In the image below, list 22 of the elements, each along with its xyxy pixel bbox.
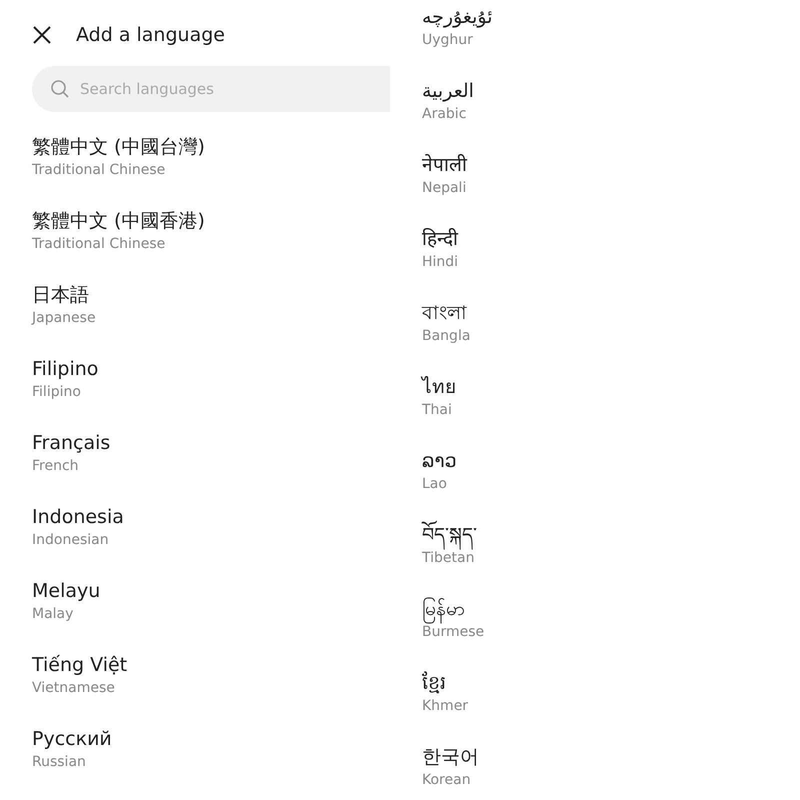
language-item[interactable]: Indonesia Indonesian: [32, 504, 390, 578]
language-item[interactable]: 繁體中文 (中國台灣) Traditional Chinese: [32, 134, 390, 208]
language-item[interactable]: বাংলা Bangla: [422, 300, 800, 374]
language-item[interactable]: Русский Russian: [32, 726, 390, 800]
language-item[interactable]: Français French: [32, 430, 390, 504]
language-item[interactable]: ລາວ Lao: [422, 448, 800, 522]
language-item[interactable]: 繁體中文 (中國香港) Traditional Chinese: [32, 208, 390, 282]
language-item[interactable]: Tiếng Việt Vietnamese: [32, 652, 390, 726]
language-item[interactable]: 한국어 Korean: [422, 744, 800, 800]
search-icon: [50, 79, 70, 99]
language-item[interactable]: ខ្មែរ Khmer: [422, 670, 800, 744]
page-title: Add a language: [76, 24, 225, 46]
search-field[interactable]: Search languages: [32, 66, 390, 112]
language-item[interactable]: 日本語 Japanese: [32, 282, 390, 356]
language-item[interactable]: नेपाली Nepali: [422, 152, 800, 226]
language-item[interactable]: བོད་སྐད་ Tibetan: [422, 522, 800, 596]
language-item[interactable]: ไทย Thai: [422, 374, 800, 448]
language-item[interactable]: မြန်မာ Burmese: [422, 596, 800, 670]
language-item[interactable]: Melayu Malay: [32, 578, 390, 652]
close-icon[interactable]: [32, 25, 52, 45]
language-item[interactable]: हिन्दी Hindi: [422, 226, 800, 300]
language-item[interactable]: Filipino Filipino: [32, 356, 390, 430]
